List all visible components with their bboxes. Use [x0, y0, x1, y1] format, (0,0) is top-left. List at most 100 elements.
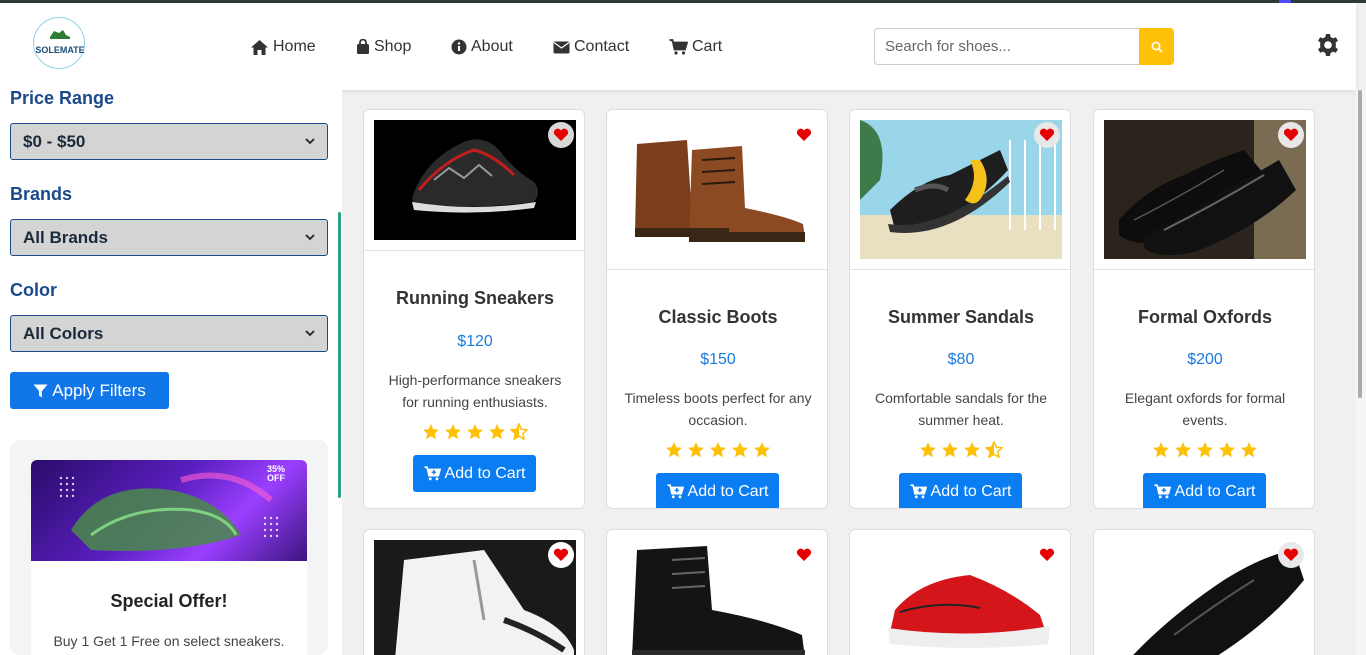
promo-sneaker-image: 35% OFF [31, 460, 307, 561]
product-card [363, 529, 585, 655]
product-image-running-sneakers[interactable] [374, 120, 576, 240]
price-range-select[interactable]: $0 - $50 [10, 123, 328, 160]
product-description: Elegant oxfords for formal events. [1124, 390, 1286, 428]
nav-contact[interactable]: Contact [553, 36, 629, 58]
home-icon [251, 39, 268, 55]
divider [850, 269, 1070, 270]
heart-icon [796, 548, 812, 561]
oxfords-illustration [1119, 120, 1306, 259]
product-image[interactable] [1104, 540, 1306, 655]
star-icon [1219, 442, 1235, 458]
product-image-summer-sandals[interactable] [860, 120, 1062, 259]
shoe-logo-icon [50, 30, 70, 39]
star-icon [964, 442, 980, 458]
star-icon [1153, 442, 1169, 458]
star-icon [489, 424, 505, 440]
star-rating [1094, 441, 1314, 458]
sandals-illustration [860, 120, 1062, 259]
special-offer-card[interactable]: 35% OFF Special Offer! Buy 1 Get 1 Free … [31, 460, 307, 655]
product-price: $200 [1187, 351, 1223, 368]
product-card: Summer Sandals $80 Comfortable sandals f… [849, 109, 1071, 509]
promo-text: Buy 1 Get 1 Free on select sneakers. [53, 633, 285, 649]
favorite-heart-button[interactable] [548, 122, 574, 148]
product-description: Comfortable sandals for the summer heat. [875, 390, 1047, 428]
add-to-cart-label: Add to Cart [687, 482, 769, 500]
favorite-heart-button[interactable] [791, 542, 817, 568]
sneaker-illustration [412, 139, 538, 213]
favorite-heart-button[interactable] [1034, 542, 1060, 568]
add-to-cart-button[interactable]: Add to Cart [656, 473, 779, 508]
star-rating [364, 423, 584, 440]
heart-icon [796, 128, 812, 141]
star-icon [1197, 442, 1213, 458]
discount-badge: 35% OFF [267, 465, 285, 483]
add-to-cart-label: Add to Cart [1174, 482, 1256, 500]
product-name: Formal Oxfords [1137, 307, 1273, 327]
divider [607, 269, 827, 270]
settings-gear-icon[interactable] [1316, 33, 1340, 57]
filter-funnel-icon [33, 384, 48, 397]
promo-sneaker-illustration [59, 472, 279, 551]
favorite-heart-button[interactable] [548, 542, 574, 568]
cart-plus-icon [423, 466, 441, 481]
heart-icon [553, 548, 569, 561]
sidebar-scrollbar[interactable] [338, 212, 341, 498]
favorite-heart-button[interactable] [1278, 542, 1304, 568]
heart-icon [1283, 548, 1299, 561]
page-scrollbar-thumb[interactable] [1358, 90, 1362, 398]
nav-home[interactable]: Home [250, 36, 316, 58]
discount-suffix: OFF [266, 473, 285, 483]
apply-filters-button[interactable]: Apply Filters [10, 372, 169, 409]
nav-cart-label: Cart [692, 38, 723, 55]
product-image[interactable] [860, 540, 1062, 655]
product-image-formal-oxfords[interactable] [1104, 120, 1306, 259]
product-description: Timeless boots perfect for any occasion. [624, 390, 812, 428]
favorite-heart-button[interactable] [1034, 122, 1060, 148]
product-price: $150 [700, 351, 736, 368]
star-icon [754, 442, 770, 458]
heart-icon [553, 128, 569, 141]
brands-select[interactable]: All Brands [10, 219, 328, 256]
site-header: SOLEMATE Home Shop About Contact Cart [0, 3, 1356, 90]
product-card: Classic Boots $150 Timeless boots perfec… [606, 109, 828, 509]
product-name: Summer Sandals [887, 307, 1035, 327]
product-card [849, 529, 1071, 655]
add-to-cart-label: Add to Cart [444, 464, 526, 482]
search-input[interactable] [874, 28, 1140, 65]
heart-icon [1039, 128, 1055, 141]
favorite-heart-button[interactable] [791, 122, 817, 148]
nav-shop[interactable]: Shop [356, 36, 411, 58]
star-icon [1175, 442, 1191, 458]
half-star-icon [510, 423, 528, 440]
star-icon [467, 424, 483, 440]
add-to-cart-button[interactable]: Add to Cart [413, 455, 536, 492]
product-image[interactable] [374, 540, 576, 655]
price-range-label: Price Range [10, 88, 115, 108]
cart-plus-icon [666, 484, 684, 499]
favorite-heart-button[interactable] [1278, 122, 1304, 148]
star-icon [920, 442, 936, 458]
add-to-cart-button[interactable]: Add to Cart [1143, 473, 1266, 508]
product-image[interactable] [617, 540, 819, 655]
product-card: Running Sneakers $120 High-performance s… [363, 109, 585, 509]
product-card [1093, 529, 1315, 655]
search-button[interactable] [1139, 28, 1174, 65]
cart-plus-icon [909, 484, 927, 499]
divider [1094, 269, 1314, 270]
nav-cart[interactable]: Cart [669, 36, 722, 58]
site-logo[interactable]: SOLEMATE [33, 17, 85, 69]
star-icon [732, 442, 748, 458]
color-select[interactable]: All Colors [10, 315, 328, 352]
product-name: Running Sneakers [395, 288, 555, 308]
star-icon [445, 424, 461, 440]
add-to-cart-button[interactable]: Add to Cart [899, 473, 1022, 508]
star-icon [423, 424, 439, 440]
product-image-classic-boots[interactable] [617, 120, 819, 259]
divider [364, 250, 584, 251]
product-card: Formal Oxfords $200 Elegant oxfords for … [1093, 109, 1315, 509]
nav-about[interactable]: About [451, 36, 513, 58]
color-label: Color [10, 280, 57, 300]
white-boot-illustration [395, 550, 574, 655]
price-range-value: $0 - $50 [23, 131, 86, 151]
loafer-illustration [1133, 550, 1304, 655]
